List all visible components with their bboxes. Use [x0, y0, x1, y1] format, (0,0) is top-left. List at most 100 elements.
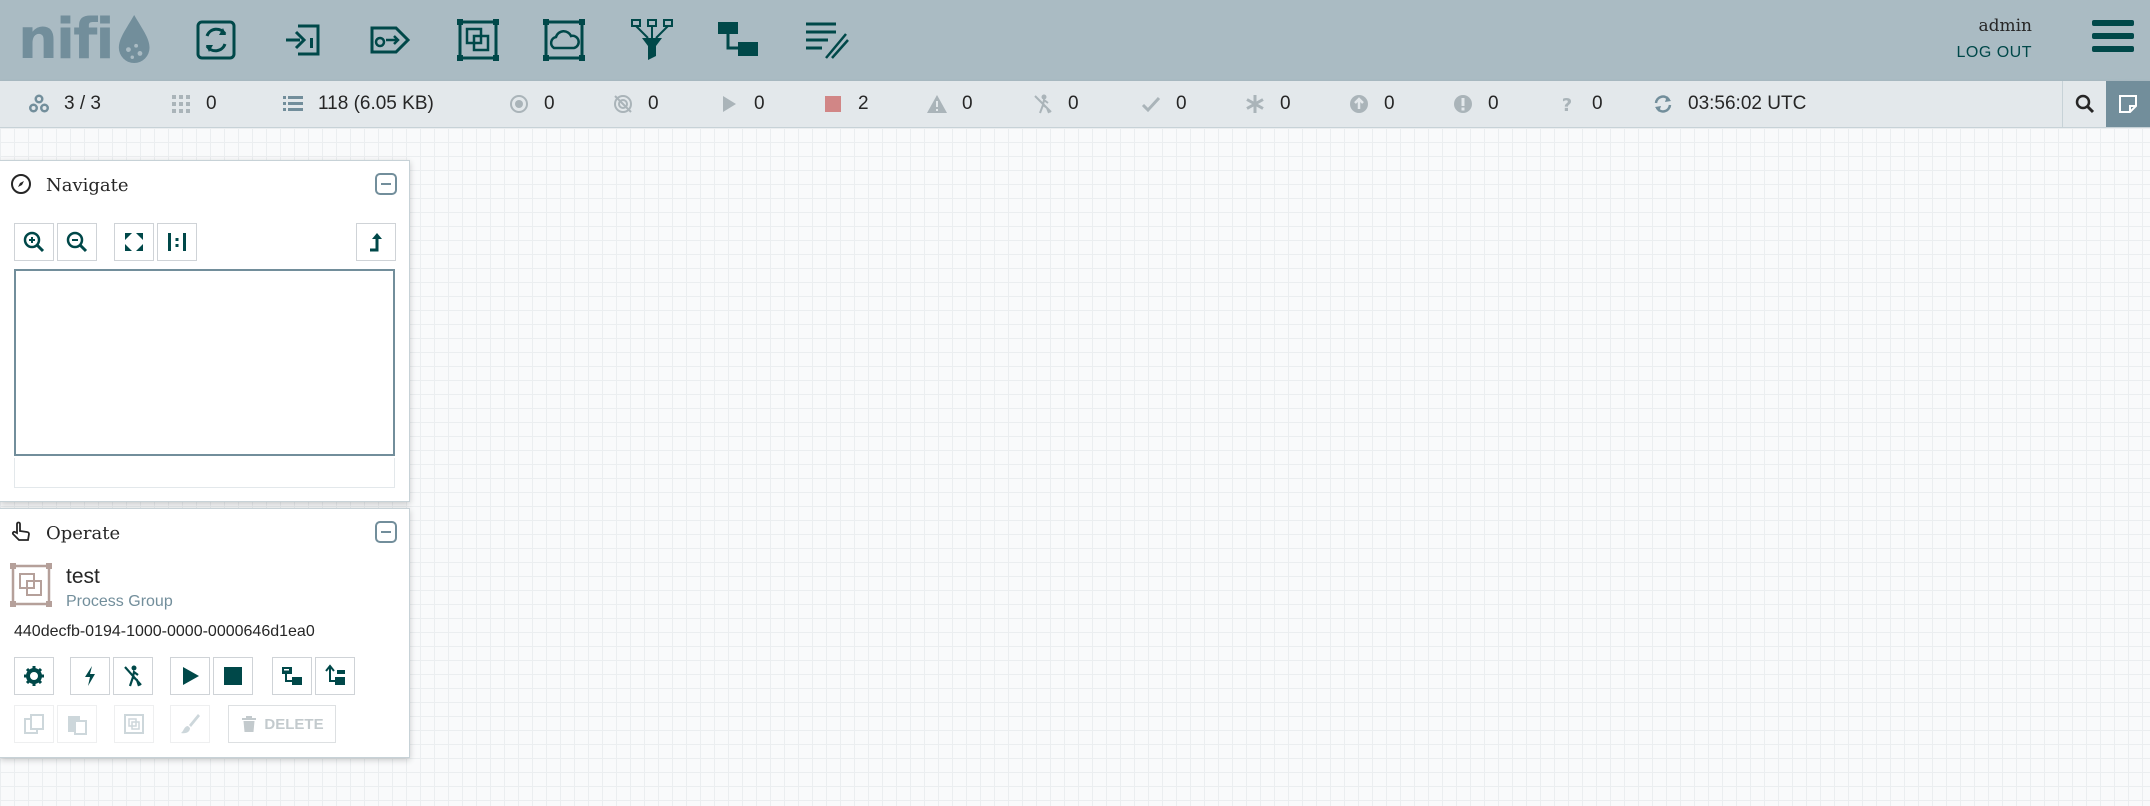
level-up-icon — [370, 233, 382, 252]
actual-size-icon — [168, 233, 186, 251]
stop-icon — [224, 667, 242, 685]
remote-process-group-icon — [543, 19, 585, 61]
enable-button[interactable] — [70, 657, 110, 695]
user-box: admin LOG OUT — [1956, 16, 2032, 62]
zoom-out-button[interactable] — [57, 223, 97, 261]
last-refreshed-status[interactable]: 03:56:02 UTC — [1652, 81, 1806, 127]
app-header: nifi admin LOG OUT — [0, 0, 2150, 81]
transmitting-count: 0 — [544, 93, 555, 114]
flow-status-bar: 3 / 3 0 118 (6.05 KB) 0 0 0 2 0 0 0 0 0 … — [0, 81, 2150, 128]
active-threads-count: 0 — [206, 93, 217, 114]
locally-modified-status: 0 — [1244, 81, 1291, 127]
queue-list-icon — [282, 93, 304, 115]
delete-label: DELETE — [264, 715, 324, 733]
funnel-component-button[interactable] — [624, 14, 680, 66]
stale-count: 0 — [1384, 93, 1395, 114]
template-icon — [718, 22, 758, 56]
transmitting-icon — [508, 93, 530, 115]
zoom-in-icon — [23, 231, 45, 253]
play-icon — [183, 667, 199, 685]
not-transmitting-status: 0 — [612, 81, 659, 127]
navigate-palette: Navigate — [0, 160, 410, 502]
delete-button[interactable]: DELETE — [228, 705, 336, 743]
paste-button[interactable] — [57, 705, 97, 743]
copy-button[interactable] — [14, 705, 54, 743]
navigate-header: Navigate — [0, 161, 409, 207]
change-color-button[interactable] — [170, 705, 210, 743]
birdseye-view[interactable] — [14, 269, 395, 456]
disabled-icon — [1032, 93, 1054, 115]
remote-process-group-component-button[interactable] — [536, 14, 592, 66]
process-group-component-button[interactable] — [450, 14, 506, 66]
configure-button[interactable] — [14, 657, 54, 695]
current-user: admin — [1978, 16, 2032, 36]
gear-icon — [24, 666, 44, 686]
locally-modified-count: 0 — [1280, 93, 1291, 114]
zoom-in-button[interactable] — [14, 223, 54, 261]
hamburger-icon-bar — [2092, 20, 2134, 26]
zoom-out-icon — [66, 231, 88, 253]
global-menu-button[interactable] — [2092, 20, 2134, 58]
trash-icon — [242, 716, 257, 732]
running-status: 0 — [718, 81, 765, 127]
threads-icon — [170, 93, 192, 115]
up-to-date-count: 0 — [1176, 93, 1187, 114]
actual-size-button[interactable] — [157, 223, 197, 261]
logout-link[interactable]: LOG OUT — [1956, 44, 2032, 62]
stale-status: 0 — [1348, 81, 1395, 127]
leave-group-button[interactable] — [356, 223, 396, 261]
transmitting-status: 0 — [508, 81, 555, 127]
queued-status: 118 (6.05 KB) — [282, 81, 434, 127]
search-button[interactable] — [2062, 81, 2106, 127]
hand-pointer-icon — [11, 521, 30, 541]
stopped-status: 2 — [822, 81, 869, 127]
locally-modified-stale-count: 0 — [1488, 93, 1499, 114]
output-port-component-button[interactable] — [362, 14, 418, 66]
warning-icon — [926, 93, 948, 115]
logo-drop-icon — [118, 15, 150, 64]
upload-template-button[interactable] — [315, 657, 355, 695]
stopped-count: 2 — [858, 93, 869, 114]
process-group-icon — [10, 563, 52, 607]
template-icon — [282, 667, 302, 685]
cluster-status: 3 / 3 — [28, 81, 101, 127]
selection-id: 440decfb-0194-1000-0000-0000646d1ea0 — [14, 623, 315, 640]
asterisk-icon — [1244, 93, 1266, 115]
operate-title: Operate — [46, 523, 121, 544]
last-refreshed-time: 03:56:02 UTC — [1688, 93, 1807, 114]
sync-failure-status: ? 0 — [1556, 81, 1603, 127]
cluster-icon — [28, 93, 50, 115]
check-icon — [1140, 93, 1162, 115]
not-transmitting-count: 0 — [648, 93, 659, 114]
start-button[interactable] — [170, 657, 210, 695]
expand-icon — [125, 233, 143, 251]
disable-button[interactable] — [113, 657, 153, 695]
refresh-icon — [1652, 93, 1674, 115]
disabled-count: 0 — [1068, 93, 1079, 114]
operate-collapse-button[interactable] — [375, 521, 397, 543]
bulletin-board-button[interactable] — [2106, 81, 2150, 127]
upload-template-icon — [325, 664, 345, 685]
operate-header: Operate — [0, 509, 409, 555]
stop-button[interactable] — [213, 657, 253, 695]
invalid-status: 0 — [926, 81, 973, 127]
nifi-logo: nifi — [18, 10, 153, 70]
label-component-button[interactable] — [798, 14, 854, 66]
not-transmitting-icon — [612, 93, 634, 115]
selection-name: test — [66, 565, 100, 588]
input-port-component-button[interactable] — [276, 14, 332, 66]
process-group-icon — [457, 19, 499, 61]
invalid-count: 0 — [962, 93, 973, 114]
disabled-icon — [124, 665, 142, 687]
fit-screen-button[interactable] — [114, 223, 154, 261]
group-button[interactable] — [114, 705, 154, 743]
queued-count: 118 (6.05 KB) — [318, 93, 434, 114]
create-template-button[interactable] — [272, 657, 312, 695]
input-port-icon — [286, 24, 320, 56]
svg-text:?: ? — [1562, 95, 1572, 115]
navigate-collapse-button[interactable] — [375, 173, 397, 195]
birdseye-footer — [14, 458, 395, 488]
hamburger-icon-bar — [2092, 46, 2134, 52]
processor-component-button[interactable] — [188, 14, 244, 66]
template-component-button[interactable] — [710, 14, 766, 66]
